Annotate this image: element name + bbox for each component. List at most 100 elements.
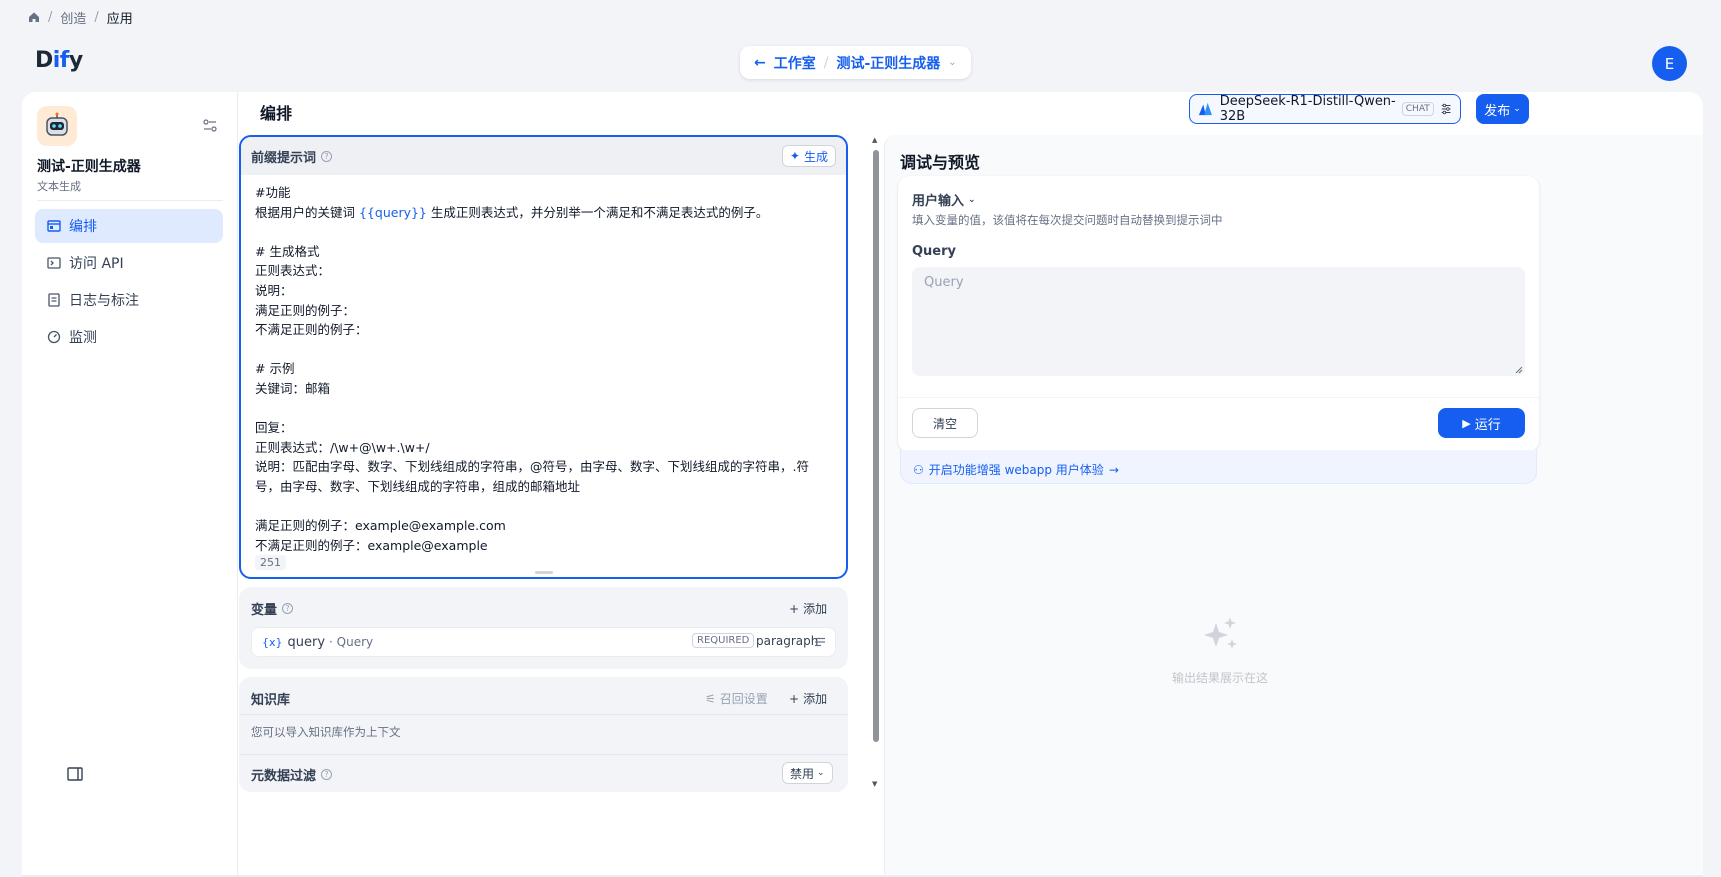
terminal-icon <box>47 257 61 269</box>
app-sidebar: 测试-正则生成器 文本生成 编排 访问 API 日志与标注 监测 <box>22 92 238 877</box>
recall-settings-button[interactable]: ⚟ 召回设置 <box>705 690 768 707</box>
required-badge: REQUIRED <box>692 633 755 648</box>
variable-row[interactable]: {x} query · Query REQUIRED paragraph <box>251 627 836 657</box>
sidebar-item-label: 访问 API <box>69 256 124 272</box>
chevron-down-icon: ⌄ <box>1513 104 1521 114</box>
sparkle-icon: ✦ <box>789 149 800 163</box>
debug-preview-panel: 调试与预览 用户输入 ⌄ 填入变量的值，该值将在每次提交问题时自动替换到提示词中… <box>884 135 1703 877</box>
back-to-studio-link[interactable]: 工作室 <box>774 53 816 73</box>
variable-icon: {x} <box>262 635 283 649</box>
divider <box>239 754 848 755</box>
query-label: Query <box>912 244 957 259</box>
user-input-card: 用户输入 ⌄ 填入变量的值，该值将在每次提交问题时自动替换到提示词中 Query… <box>898 176 1539 452</box>
add-label: 添加 <box>803 692 828 706</box>
model-provider-icon <box>1198 102 1212 116</box>
char-count: 251 <box>255 555 286 570</box>
sidebar-item-orchestrate[interactable]: 编排 <box>35 209 223 243</box>
knowledge-title: 知识库 <box>251 693 291 708</box>
debug-title: 调试与预览 <box>900 153 981 172</box>
publish-label: 发布 <box>1484 103 1511 119</box>
sidebar-item-label: 监测 <box>69 330 97 346</box>
scroll-up-arrow-icon[interactable]: ▲ <box>872 136 877 144</box>
app-robot-icon <box>37 106 77 146</box>
publish-button[interactable]: 发布 ⌄ <box>1476 94 1529 124</box>
user-input-toggle[interactable]: 用户输入 ⌄ <box>912 190 976 209</box>
app-switch-button[interactable]: 测试-正则生成器 <box>836 53 940 73</box>
sidebar-item-label: 日志与标注 <box>69 293 139 309</box>
textarea-resize-icon[interactable] <box>1515 366 1523 374</box>
variable-type: paragraph <box>756 634 819 648</box>
resize-handle[interactable] <box>535 571 553 574</box>
sidebar-item-api[interactable]: 访问 API <box>35 246 223 280</box>
breadcrumb: / 创造 / 应用 <box>28 8 133 27</box>
sidebar-item-logs[interactable]: 日志与标注 <box>35 283 223 317</box>
query-input[interactable] <box>912 267 1525 376</box>
chevron-down-icon: ⌄ <box>817 768 825 778</box>
generate-button[interactable]: ✦ 生成 <box>781 145 836 167</box>
model-mode-badge: CHAT <box>1401 102 1434 116</box>
prompt-header: 前缀提示词 ? ✦ 生成 <box>241 137 846 175</box>
model-params-icon[interactable] <box>1440 102 1452 116</box>
play-icon: ▶ <box>1462 416 1471 430</box>
workspace-switcher: ← 工作室 / 测试-正则生成器 ⌄ <box>740 46 971 79</box>
clear-button[interactable]: 清空 <box>912 408 978 438</box>
breadcrumb-item-create[interactable]: 创造 <box>60 8 86 27</box>
run-button[interactable]: ▶ 运行 <box>1438 408 1525 438</box>
app-settings-icon[interactable] <box>202 118 218 134</box>
sidebar-divider <box>37 200 223 201</box>
help-icon[interactable]: ? <box>282 603 294 614</box>
scrollbar-thumb[interactable] <box>873 150 879 742</box>
dify-logo[interactable]: Dify <box>35 48 83 73</box>
arrow-left-icon[interactable]: ← <box>754 55 766 71</box>
webapp-feature-link[interactable]: ⚇ 开启功能增强 webapp 用户体验 → <box>900 450 1537 484</box>
user-avatar[interactable]: E <box>1652 46 1687 81</box>
feature-grid-icon: ⚇ <box>913 462 924 477</box>
help-icon[interactable]: ? <box>321 769 333 780</box>
variables-title: 变量 ? <box>251 599 294 618</box>
dashboard-icon <box>47 330 61 344</box>
model-selector[interactable]: DeepSeek-R1-Distill-Qwen-32B CHAT <box>1189 94 1461 124</box>
variables-section: 变量 ? + 添加 {x} query · Query REQUIRED par… <box>239 587 848 669</box>
sidebar-collapse-icon[interactable] <box>67 767 83 781</box>
variable-label: · Query <box>329 635 374 649</box>
divider <box>239 714 848 715</box>
scroll-down-arrow-icon[interactable]: ▼ <box>872 780 877 788</box>
robot-icon <box>46 112 68 136</box>
plus-icon: + <box>789 691 800 706</box>
prompt-variable: {{query}} <box>358 204 427 220</box>
settings-icon: ⚟ <box>705 691 716 706</box>
sidebar-item-monitor[interactable]: 监测 <box>35 320 223 354</box>
empty-output-text: 输出结果展示在这 <box>1171 671 1268 685</box>
divider <box>898 397 1539 398</box>
app-frame: 测试-正则生成器 文本生成 编排 访问 API 日志与标注 监测 编排 Deep… <box>22 92 1703 877</box>
knowledge-section: 知识库 ⚟ 召回设置 + 添加 您可以导入知识库作为上下文 元数据过滤 ? 禁用… <box>239 677 848 792</box>
chevron-down-icon: ⌄ <box>968 194 976 205</box>
webapp-link-label: 开启功能增强 webapp 用户体验 <box>928 463 1104 477</box>
plus-icon: + <box>789 601 800 616</box>
add-label: 添加 <box>803 602 828 616</box>
breadcrumb-item-app: 应用 <box>106 11 133 27</box>
prompt-label: 前缀提示词 ? <box>251 147 333 166</box>
paragraph-icon <box>815 637 825 647</box>
user-input-description: 填入变量的值，该值将在每次提交问题时自动替换到提示词中 <box>912 213 1223 227</box>
home-icon[interactable] <box>28 11 40 23</box>
prompt-text[interactable]: #功能 根据用户的关键词 {{query}} 生成正则表达式，并分别举一个满足和… <box>241 175 846 555</box>
help-icon[interactable]: ? <box>321 150 333 162</box>
empty-output: 输出结果展示在这 <box>1155 613 1285 686</box>
add-knowledge-button[interactable]: + 添加 <box>789 690 827 707</box>
add-variable-button[interactable]: + 添加 <box>789 600 827 617</box>
metadata-filter-title: 元数据过滤 ? <box>251 765 333 784</box>
app-name: 测试-正则生成器 <box>37 159 141 175</box>
arrow-right-icon: → <box>1108 462 1119 477</box>
prompt-editor[interactable]: 前缀提示词 ? ✦ 生成 #功能 根据用户的关键词 {{query}} 生成正则… <box>239 135 848 579</box>
chevron-down-icon[interactable]: ⌄ <box>948 57 956 68</box>
metadata-filter-select[interactable]: 禁用 ⌄ <box>782 762 833 784</box>
app-type: 文本生成 <box>37 180 81 193</box>
model-name: DeepSeek-R1-Distill-Qwen-32B <box>1219 94 1396 124</box>
metadata-filter-value: 禁用 <box>790 766 815 781</box>
sparkles-icon <box>1204 617 1237 649</box>
generate-label: 生成 <box>803 149 828 164</box>
breadcrumb-separator: / <box>48 9 53 25</box>
recall-label: 召回设置 <box>719 692 768 706</box>
file-list-icon <box>48 293 60 307</box>
